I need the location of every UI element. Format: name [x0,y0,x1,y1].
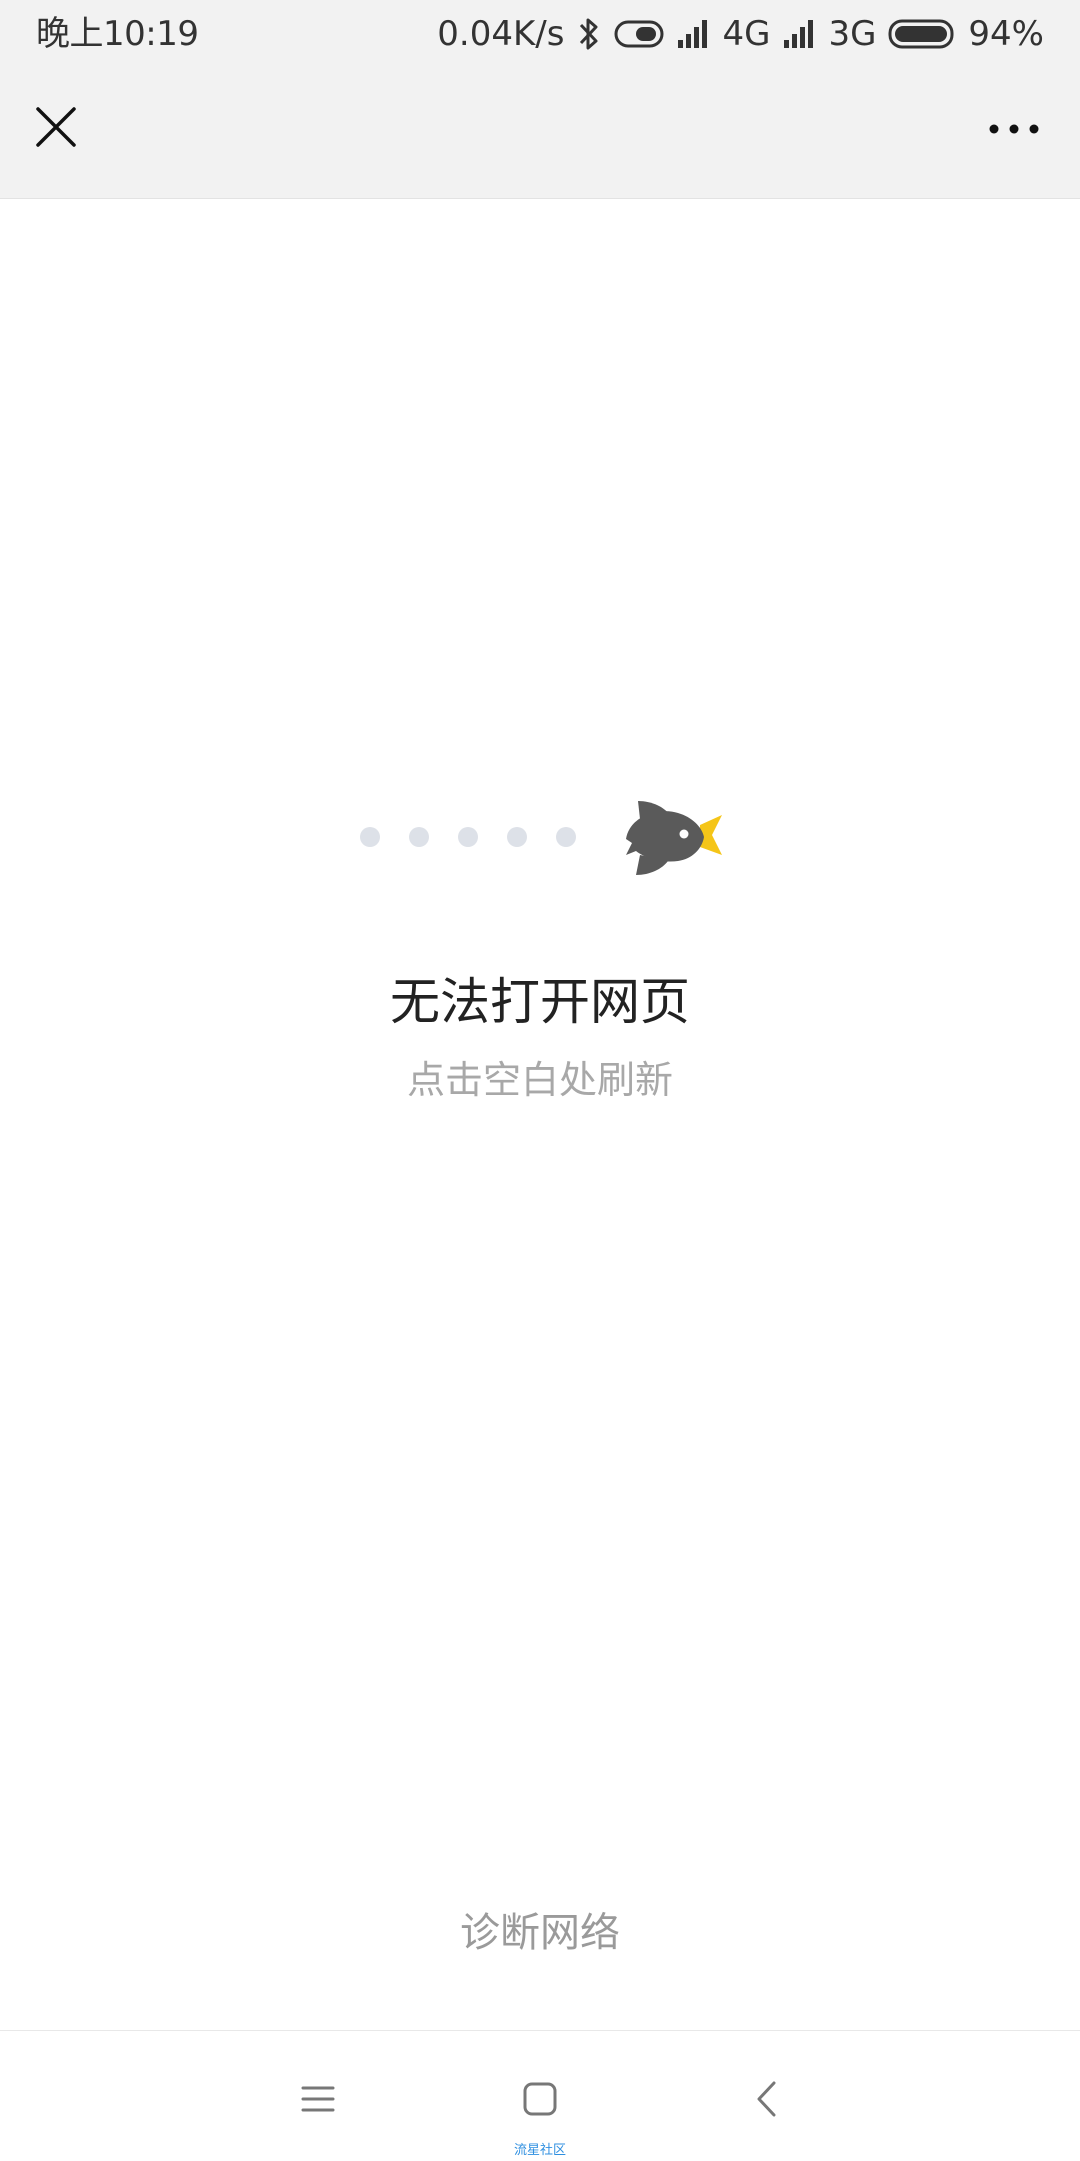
status-bar: 晚上10:19 0.04K/s 4G 3G 94% [0,0,1080,70]
toggle-icon [614,19,664,49]
refresh-hint: 点击空白处刷新 [406,1058,673,1102]
signal-icon [676,19,710,49]
network-speed: 0.04K/s [437,14,565,54]
back-icon [754,2080,778,2122]
system-nav-bar: 流星社区 [0,2030,1080,2161]
error-title: 无法打开网页 [390,973,690,1031]
bird-loading-illustration [340,789,740,889]
close-icon [34,105,78,153]
diagnose-network-link[interactable]: 诊断网络 [390,1904,690,1962]
home-button[interactable] [500,2061,580,2141]
home-icon [522,2081,558,2121]
nav-bar [0,70,1080,199]
menu-icon [301,2084,335,2118]
network-type-2: 3G [828,14,877,54]
more-button[interactable] [974,99,1054,159]
refresh-area[interactable]: 无法打开网页 点击空白处刷新 诊断网络 [0,199,1080,2029]
status-indicators: 0.04K/s 4G 3G 94% [437,12,1044,56]
bluetooth-icon [576,16,602,52]
battery-icon [888,19,956,49]
network-type-1: 4G [722,14,771,54]
menu-button[interactable] [278,2061,358,2141]
status-time: 晚上10:19 [36,14,199,54]
back-button[interactable] [726,2061,806,2141]
watermark: 流星社区 [513,2143,566,2158]
signal-icon [782,19,816,49]
more-icon [988,120,1040,139]
close-button[interactable] [26,99,86,159]
battery-percent: 94% [968,14,1044,54]
